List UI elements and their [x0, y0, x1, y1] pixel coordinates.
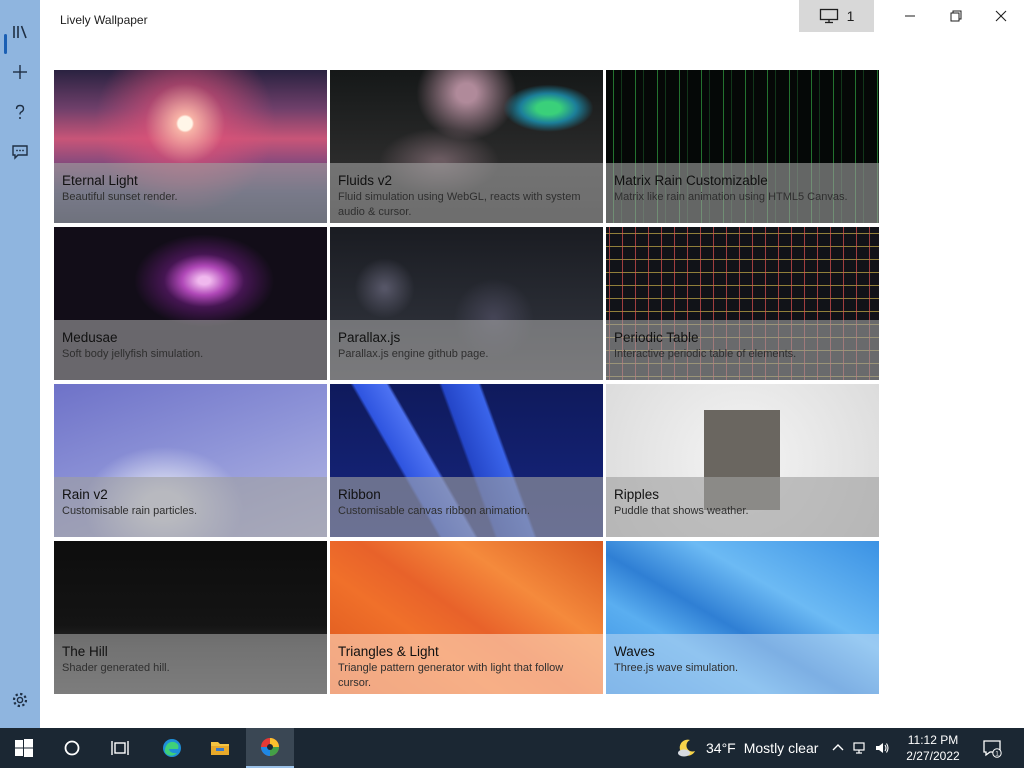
monitor-select-button[interactable]: 1 — [799, 0, 874, 32]
sidebar-item-library[interactable] — [0, 12, 40, 54]
wallpaper-info: Matrix Rain Customizable Matrix like rai… — [606, 163, 879, 223]
wallpaper-info: Periodic Table Interactive periodic tabl… — [606, 320, 879, 380]
wallpaper-info: Eternal Light Beautiful sunset render. — [54, 163, 327, 223]
wallpaper-tile-eternal-light[interactable]: Eternal Light Beautiful sunset render. — [54, 70, 327, 223]
wallpaper-title: Rain v2 — [62, 487, 108, 502]
wallpaper-tile-the-hill[interactable]: The Hill Shader generated hill. — [54, 541, 327, 694]
wallpaper-description: Customisable rain particles. — [62, 505, 198, 517]
weather-widget[interactable]: 34°F Mostly clear — [676, 728, 818, 768]
task-view-button[interactable] — [96, 728, 144, 768]
wallpaper-tile-fluids-v2[interactable]: Fluids v2 Fluid simulation using WebGL, … — [330, 70, 603, 223]
wallpaper-description: Triangle pattern generator with light th… — [338, 662, 564, 689]
wallpaper-tile-ripples[interactable]: Ripples Puddle that shows weather. — [606, 384, 879, 537]
edge-browser-icon — [163, 739, 181, 757]
wallpaper-description: Puddle that shows weather. — [614, 505, 749, 517]
wallpaper-tile-ribbon[interactable]: Ribbon Customisable canvas ribbon animat… — [330, 384, 603, 537]
wallpaper-title: Fluids v2 — [338, 173, 393, 188]
wallpaper-description: Interactive periodic table of elements. — [614, 348, 797, 360]
question-icon — [15, 104, 25, 119]
minimize-button[interactable] — [887, 0, 933, 32]
wallpaper-title: Triangles & Light — [338, 644, 439, 659]
wallpaper-title: The Hill — [62, 644, 108, 659]
folder-icon — [211, 742, 229, 755]
windows-logo-icon — [15, 739, 33, 757]
wallpaper-tile-medusae[interactable]: Medusae Soft body jellyfish simulation. — [54, 227, 327, 380]
sidebar-item-settings[interactable] — [0, 680, 40, 720]
weather-condition: Mostly clear — [743, 740, 819, 756]
speaker-icon[interactable] — [874, 740, 890, 756]
notification-count: 1 — [995, 751, 999, 758]
wallpaper-tile-matrix-rain[interactable]: Matrix Rain Customizable Matrix like rai… — [606, 70, 879, 223]
sidebar — [0, 0, 40, 728]
minimize-icon — [905, 15, 915, 17]
search-circle-icon — [64, 740, 80, 756]
wallpaper-description: Fluid simulation using WebGL, reacts wit… — [338, 191, 581, 218]
monitor-icon — [819, 8, 838, 24]
wallpaper-title: Ripples — [614, 487, 660, 502]
edge-browser-button[interactable] — [148, 728, 196, 768]
wallpaper-tile-triangles-light[interactable]: Triangles & Light Triangle pattern gener… — [330, 541, 603, 694]
notification-icon: 1 — [983, 740, 1002, 758]
wallpaper-info: Parallax.js Parallax.js engine github pa… — [330, 320, 603, 380]
wallpaper-description: Three.js wave simulation. — [614, 662, 739, 674]
network-icon[interactable] — [852, 740, 868, 756]
wallpaper-title: Matrix Rain Customizable — [614, 173, 768, 188]
start-button[interactable] — [0, 728, 48, 768]
taskbar: 34°F Mostly clear 11:12 PM 2/27/2022 1 — [0, 728, 1024, 768]
clock-time: 11:12 PM — [907, 733, 959, 747]
restore-icon — [950, 10, 962, 22]
wallpaper-info: Medusae Soft body jellyfish simulation. — [54, 320, 327, 380]
wallpaper-description: Customisable canvas ribbon animation. — [338, 505, 530, 517]
wallpaper-tile-waves[interactable]: Waves Three.js wave simulation. — [606, 541, 879, 694]
close-icon — [995, 10, 1007, 22]
weather-temperature: 34°F — [706, 740, 736, 756]
wallpaper-info: Ribbon Customisable canvas ribbon animat… — [330, 477, 603, 537]
wallpaper-title: Medusae — [62, 330, 118, 345]
wallpaper-description: Beautiful sunset render. — [62, 191, 178, 203]
wallpaper-title: Waves — [614, 644, 655, 659]
moon-cloud-icon — [678, 739, 695, 757]
wallpaper-info: Fluids v2 Fluid simulation using WebGL, … — [330, 163, 603, 223]
wallpaper-title: Ribbon — [338, 487, 381, 502]
wallpaper-description: Parallax.js engine github page. — [338, 348, 489, 360]
chevron-up-icon[interactable] — [830, 740, 846, 756]
monitor-count: 1 — [846, 8, 855, 24]
wallpaper-description: Soft body jellyfish simulation. — [62, 348, 204, 360]
wallpaper-info: Rain v2 Customisable rain particles. — [54, 477, 327, 537]
feedback-icon — [12, 145, 28, 160]
wallpaper-description: Matrix like rain animation using HTML5 C… — [614, 191, 848, 203]
app-title: Lively Wallpaper — [60, 13, 148, 27]
search-button[interactable] — [48, 728, 96, 768]
wallpaper-info: Waves Three.js wave simulation. — [606, 634, 879, 694]
notification-center-button[interactable]: 1 — [972, 728, 1012, 768]
lively-wallpaper-taskbar-button[interactable] — [246, 728, 294, 768]
wallpaper-title: Eternal Light — [62, 173, 138, 188]
file-explorer-button[interactable] — [196, 728, 244, 768]
wallpaper-description: Shader generated hill. — [62, 662, 170, 674]
library-icon — [13, 25, 27, 39]
wallpaper-tile-periodic-table[interactable]: Periodic Table Interactive periodic tabl… — [606, 227, 879, 380]
restore-button[interactable] — [933, 0, 979, 32]
plus-icon — [13, 65, 27, 79]
wallpaper-info: Triangles & Light Triangle pattern gener… — [330, 634, 603, 694]
system-tray — [830, 728, 890, 768]
close-button[interactable] — [978, 0, 1024, 32]
wallpaper-title: Parallax.js — [338, 330, 401, 345]
sidebar-item-add[interactable] — [0, 52, 40, 92]
wallpaper-tile-parallax[interactable]: Parallax.js Parallax.js engine github pa… — [330, 227, 603, 380]
clock[interactable]: 11:12 PM 2/27/2022 — [900, 732, 966, 764]
wallpaper-tile-rain-v2[interactable]: Rain v2 Customisable rain particles. — [54, 384, 327, 537]
task-view-icon — [111, 741, 129, 755]
wallpaper-grid: Eternal Light Beautiful sunset render. F… — [54, 70, 880, 694]
sidebar-item-feedback[interactable] — [0, 132, 40, 172]
gear-icon — [12, 692, 28, 708]
wallpaper-info: The Hill Shader generated hill. — [54, 634, 327, 694]
wallpaper-info: Ripples Puddle that shows weather. — [606, 477, 879, 537]
clock-date: 2/27/2022 — [906, 749, 960, 763]
lively-app-icon — [261, 738, 279, 756]
sidebar-item-help[interactable] — [0, 92, 40, 132]
wallpaper-title: Periodic Table — [614, 330, 699, 345]
